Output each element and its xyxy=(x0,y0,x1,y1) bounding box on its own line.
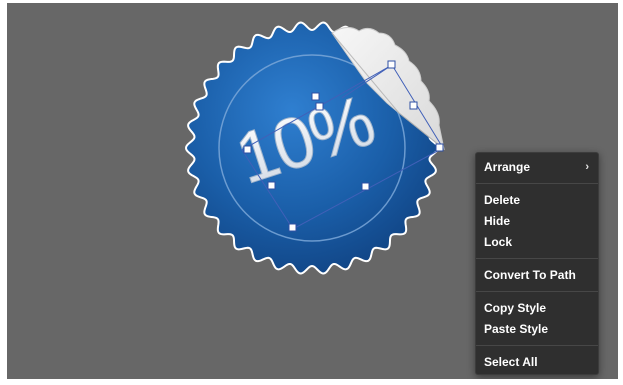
menu-item-paste-style[interactable]: Paste Style xyxy=(476,319,598,340)
menu-item-label: Delete xyxy=(484,193,521,207)
menu-item-label: Convert To Path xyxy=(484,268,576,282)
menu-item-delete[interactable]: Delete xyxy=(476,190,598,211)
chevron-right-icon: › xyxy=(585,161,589,173)
handle-top-mid[interactable] xyxy=(311,92,320,101)
design-canvas[interactable]: 10% Arrange › Delete Hide Lock Convert T… xyxy=(7,3,618,379)
menu-item-convert-to-path[interactable]: Convert To Path xyxy=(476,265,598,286)
handle-right[interactable] xyxy=(409,101,418,110)
menu-item-label: Select All xyxy=(484,355,538,369)
menu-item-label: Copy Style xyxy=(484,301,547,315)
menu-item-lock[interactable]: Lock xyxy=(476,232,598,253)
menu-separator xyxy=(476,345,598,346)
menu-separator xyxy=(476,258,598,259)
handle-left-inner[interactable] xyxy=(267,181,276,190)
handle-top-right[interactable] xyxy=(387,60,396,69)
menu-separator xyxy=(476,183,598,184)
handle-bottom-left[interactable] xyxy=(288,223,297,232)
menu-separator xyxy=(476,291,598,292)
menu-item-hide[interactable]: Hide xyxy=(476,211,598,232)
handle-bottom-right[interactable] xyxy=(435,143,444,152)
handle-top-mid-2[interactable] xyxy=(315,102,324,111)
context-menu: Arrange › Delete Hide Lock Convert To Pa… xyxy=(475,152,599,375)
menu-item-label: Paste Style xyxy=(484,322,549,336)
menu-item-arrange[interactable]: Arrange › xyxy=(476,157,598,178)
menu-item-copy-style[interactable]: Copy Style xyxy=(476,298,598,319)
handle-left[interactable] xyxy=(243,145,252,154)
menu-item-label: Arrange xyxy=(484,160,531,174)
menu-item-label: Lock xyxy=(484,235,513,249)
menu-item-select-all[interactable]: Select All xyxy=(476,352,598,373)
app-frame: 10% Arrange › Delete Hide Lock Convert T… xyxy=(0,0,623,385)
handle-center[interactable] xyxy=(361,182,370,191)
menu-item-label: Hide xyxy=(484,214,511,228)
